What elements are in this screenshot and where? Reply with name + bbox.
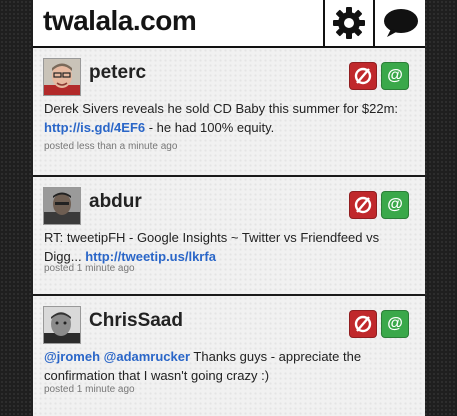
tweet-text: RT: tweetipFH - Google Insights ~ Twitte…	[44, 228, 413, 266]
block-button[interactable]	[349, 310, 377, 338]
block-icon	[354, 196, 372, 214]
avatar[interactable]	[43, 58, 81, 96]
block-button[interactable]	[349, 62, 377, 90]
tweet-item: peterc @ Derek Sivers reveals he sold CD…	[33, 48, 425, 177]
timestamp: posted 1 minute ago	[44, 384, 135, 395]
tweet-link[interactable]: http://tweetip.us/lkrfa	[85, 249, 216, 264]
settings-button[interactable]	[323, 0, 373, 46]
timestamp: posted less than a minute ago	[44, 141, 178, 152]
avatar[interactable]	[43, 187, 81, 225]
username[interactable]: peterc	[89, 62, 146, 84]
gear-icon	[333, 7, 365, 39]
tweet-text-after: - he had 100% equity.	[145, 120, 275, 135]
mention-link[interactable]: @jromeh	[44, 349, 100, 364]
avatar[interactable]	[43, 306, 81, 344]
tweet-text: @jromeh @adamrucker Thanks guys - apprec…	[44, 347, 413, 385]
compose-button[interactable]	[373, 0, 425, 46]
app-window: twalala.com peterc @ Derek Sivers reveal…	[33, 0, 425, 416]
reply-button[interactable]: @	[381, 310, 409, 338]
header-bar: twalala.com	[33, 0, 425, 48]
tweet-text-before: Derek Sivers reveals he sold CD Baby thi…	[44, 101, 399, 116]
tweet-link[interactable]: http://is.gd/4EF6	[44, 120, 145, 135]
avatar-image	[44, 59, 80, 95]
reply-button[interactable]: @	[381, 191, 409, 219]
block-icon	[354, 315, 372, 333]
username[interactable]: abdur	[89, 191, 142, 213]
mention-link[interactable]: @adamrucker	[104, 349, 190, 364]
reply-button[interactable]: @	[381, 62, 409, 90]
avatar-image	[44, 188, 80, 224]
tweet-item: ChrisSaad @ @jromeh @adamrucker Thanks g…	[33, 296, 425, 416]
username[interactable]: ChrisSaad	[89, 310, 183, 332]
avatar-image	[44, 307, 80, 343]
block-button[interactable]	[349, 191, 377, 219]
block-icon	[354, 67, 372, 85]
app-title: twalala.com	[43, 5, 197, 36]
speech-bubble-icon	[384, 9, 418, 37]
tweet-text: Derek Sivers reveals he sold CD Baby thi…	[44, 99, 413, 137]
tweet-item: abdur @ RT: tweetipFH - Google Insights …	[33, 177, 425, 296]
timestamp: posted 1 minute ago	[44, 263, 135, 274]
